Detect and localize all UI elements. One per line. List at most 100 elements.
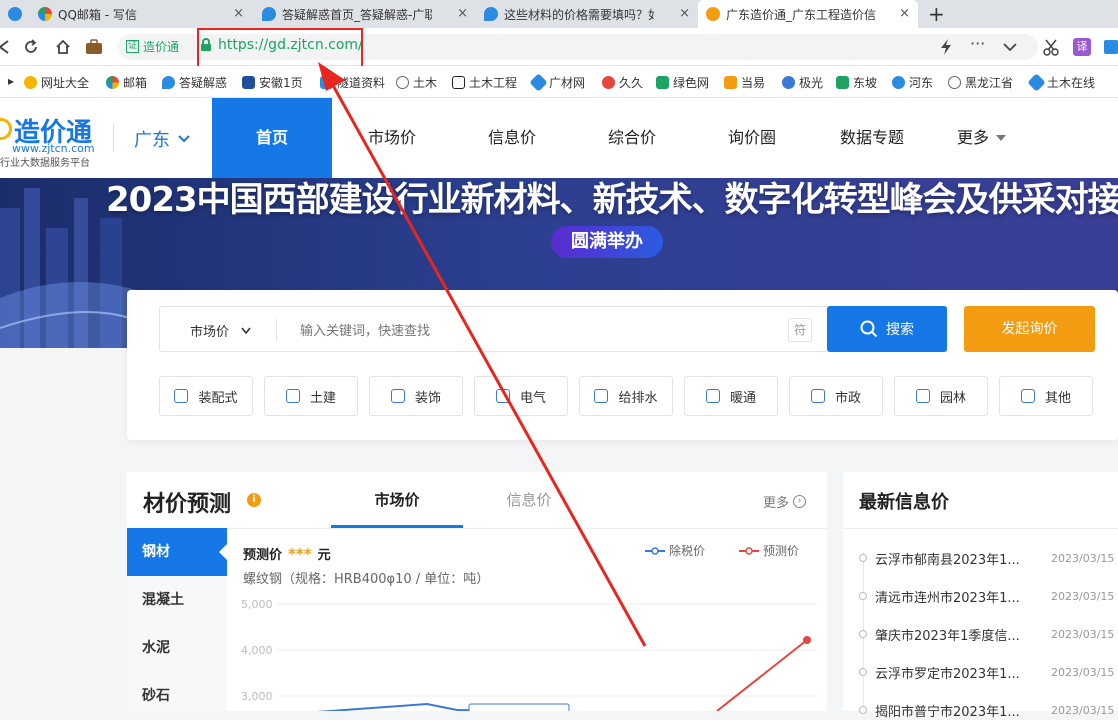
bookmark-item[interactable]: 广材网 xyxy=(529,73,585,92)
bookmark-item[interactable]: 极光 xyxy=(782,74,823,91)
category-electrical[interactable]: 电气 xyxy=(474,376,568,416)
material-concrete[interactable]: 混凝土 xyxy=(127,576,227,624)
glodon-icon xyxy=(484,7,498,21)
nav-composite-price[interactable]: 综合价 xyxy=(572,98,692,178)
caret-down-icon xyxy=(996,135,1006,141)
nav-more[interactable]: 更多 xyxy=(932,98,1032,178)
bookmark-item[interactable]: 黑龙江省 xyxy=(948,74,1020,91)
news-divider xyxy=(843,528,1118,529)
category-decoration[interactable]: 装饰 xyxy=(369,376,463,416)
nav-data-topics[interactable]: 数据专题 xyxy=(812,98,932,178)
news-item[interactable]: 揭阳市普宁市2023年1... 2023/03/15 xyxy=(859,700,1118,720)
legend-tax-excluded: 除税价 xyxy=(645,542,705,559)
tab-info-price[interactable]: 信息价 xyxy=(463,472,595,528)
briefcase-icon[interactable] xyxy=(84,37,104,57)
nav-info-price[interactable]: 信息价 xyxy=(452,98,572,178)
bookmark-item[interactable]: 答疑解惑 xyxy=(162,74,227,91)
timeline-dot xyxy=(859,630,867,638)
zjtcn-icon xyxy=(706,7,720,21)
glodon-icon xyxy=(262,7,276,21)
category-hvac[interactable]: 暖通 xyxy=(684,376,778,416)
category-plumbing[interactable]: 给排水 xyxy=(579,376,673,416)
logo-slogan: 行业大数据服务平台 xyxy=(0,158,90,169)
region-selector[interactable]: 广东 xyxy=(134,126,190,152)
tab-market-price[interactable]: 市场价 xyxy=(331,472,463,528)
tab-title: 广东造价通_广东工程造价信息 xyxy=(726,7,876,22)
news-item[interactable]: 云浮市罗定市2023年1... 2023/03/15 xyxy=(859,662,1118,682)
translate-icon[interactable]: 译 xyxy=(1073,38,1091,56)
tab-materials-question[interactable]: 这些材料的价格需要填吗？如果 × xyxy=(476,0,698,28)
inquiry-button[interactable]: 发起询价 xyxy=(964,306,1095,352)
bookmark-item[interactable]: 网址大全 xyxy=(24,74,89,91)
bookmark-item[interactable]: 绿色网 xyxy=(656,74,709,91)
news-item[interactable]: 云浮市郁南县2023年1... 2023/03/15 xyxy=(859,548,1118,568)
reload-icon[interactable] xyxy=(22,38,40,56)
home-icon[interactable] xyxy=(54,38,72,56)
news-item[interactable]: 肇庆市2023年1季度信... 2023/03/15 xyxy=(859,624,1118,644)
symbol-button[interactable]: 符 xyxy=(788,318,812,342)
telegram-icon[interactable] xyxy=(0,0,30,28)
forecast-chart[interactable]: 5,000 4,000 3,000 xyxy=(227,592,827,711)
close-icon[interactable]: × xyxy=(899,6,910,21)
category-civil[interactable]: 土建 xyxy=(264,376,358,416)
category-prefab[interactable]: 装配式 xyxy=(159,376,253,416)
timeline-dot xyxy=(859,668,867,676)
site-header: 造价通 www.zjtcn.com 行业大数据服务平台 广东 首页 市场价 信息… xyxy=(0,98,1118,178)
close-icon[interactable]: × xyxy=(457,6,468,21)
search-input[interactable] xyxy=(300,319,760,341)
y-tick-label: 5,000 xyxy=(241,598,273,611)
nav-home[interactable]: 首页 xyxy=(212,98,332,178)
bookmark-item[interactable]: 土木 xyxy=(396,74,437,91)
bookmark-item[interactable]: 东坡 xyxy=(836,74,877,91)
material-steel[interactable]: 钢材 xyxy=(127,528,227,576)
tab-qq-mail[interactable]: QQ邮箱 - 写信 × xyxy=(30,0,252,28)
bookmark-overflow-icon[interactable]: ▸ xyxy=(8,74,14,88)
chevron-down-icon[interactable] xyxy=(1002,40,1018,54)
category-municipal[interactable]: 市政 xyxy=(789,376,883,416)
bookmark-item[interactable]: 隧道资料 xyxy=(320,74,385,91)
news-item[interactable]: 清远市连州市2023年1... 2023/03/15 xyxy=(859,586,1118,606)
close-icon[interactable]: × xyxy=(233,6,244,21)
category-other[interactable]: 其他 xyxy=(999,376,1093,416)
bookmark-item[interactable]: 安徽1页 xyxy=(242,74,303,91)
nav-inquiry-circle[interactable]: 询价圈 xyxy=(692,98,812,178)
back-icon[interactable] xyxy=(0,38,14,56)
more-link[interactable]: 更多 › xyxy=(763,492,807,511)
new-tab-button[interactable]: + xyxy=(928,2,945,26)
plumbing-icon xyxy=(594,389,609,403)
material-cement[interactable]: 水泥 xyxy=(127,624,227,672)
nav-market-price[interactable]: 市场价 xyxy=(332,98,452,178)
more-dots-icon[interactable]: ··· xyxy=(970,34,985,53)
search-button[interactable]: 搜索 xyxy=(827,306,947,352)
search-type-select[interactable]: 市场价 xyxy=(190,321,251,340)
header-divider xyxy=(113,124,114,152)
category-landscape[interactable]: 园林 xyxy=(894,376,988,416)
bookmark-item[interactable]: 邮箱 xyxy=(106,74,147,91)
banner-headline: 2023中国西部建设行业新材料、新技术、数字化转型峰会及供采对接 xyxy=(106,180,1118,220)
bookmark-item[interactable]: 河东 xyxy=(892,74,933,91)
civil-icon xyxy=(285,389,300,403)
address-bar-row: 证 造价通 https://gd.zjtcn.com/ ··· 译 xyxy=(0,28,1118,68)
tab-title: QQ邮箱 - 写信 xyxy=(58,7,137,22)
tab-dayi[interactable]: 答疑解惑首页_答疑解惑-广联达 × xyxy=(254,0,476,28)
lightning-icon[interactable] xyxy=(938,38,954,56)
bookmark-item[interactable]: 当易 xyxy=(724,74,765,91)
forecast-point[interactable] xyxy=(803,636,811,644)
tab-title: 这些材料的价格需要填吗？如果 xyxy=(504,7,654,22)
price-forecast-panel: 材价预测 i 市场价 信息价 更多 › 钢材 混凝土 水泥 砂石 预测价 ***… xyxy=(127,472,827,711)
material-gravel[interactable]: 砂石 xyxy=(127,672,227,720)
news-title: 最新信息价 xyxy=(859,492,949,513)
bookmark-item[interactable]: 土木在线 xyxy=(1027,73,1095,92)
cert-badge[interactable]: 证 造价通 xyxy=(126,38,179,55)
scissors-icon[interactable] xyxy=(1042,38,1060,56)
extension-icon[interactable] xyxy=(1104,40,1118,54)
site-logo[interactable]: 造价通 www.zjtcn.com 行业大数据服务平台 xyxy=(0,112,104,169)
search-icon xyxy=(860,320,878,338)
latest-info-price-panel: 最新信息价 云浮市郁南县2023年1... 2023/03/15 清远市连州市20… xyxy=(843,472,1118,720)
timeline-dot xyxy=(859,592,867,600)
tab-zjtcn-active[interactable]: 广东造价通_广东工程造价信息 × xyxy=(698,0,918,28)
info-icon[interactable]: i xyxy=(247,493,261,507)
bookmark-item[interactable]: 土木工程 xyxy=(452,74,517,91)
bookmark-item[interactable]: 久久 xyxy=(602,74,643,91)
close-icon[interactable]: × xyxy=(679,6,690,21)
